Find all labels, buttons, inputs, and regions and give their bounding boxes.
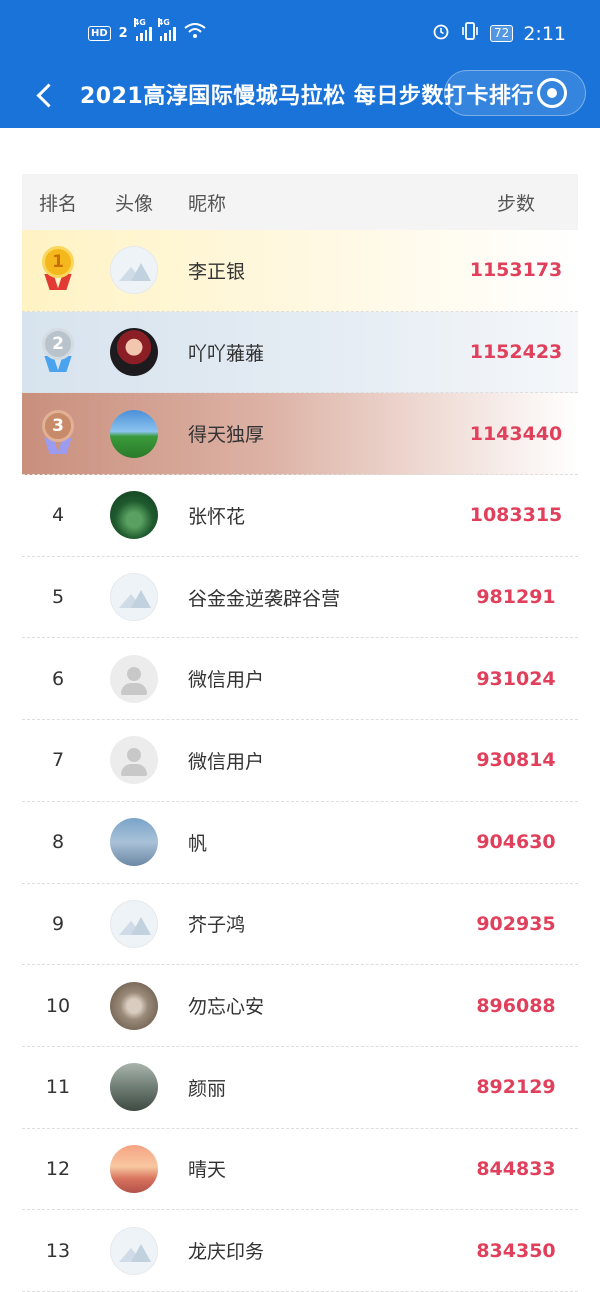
avatar — [110, 328, 158, 377]
avatar — [110, 491, 158, 540]
avatar — [110, 246, 158, 295]
step-count: 834350 — [476, 1239, 556, 1262]
step-count: 931024 — [476, 667, 556, 690]
table-header: 排名 头像 昵称 步数 — [22, 174, 578, 230]
ranking-table: 排名 头像 昵称 步数 1 李正银 1153173 2 吖吖蕥蕥 1152423 — [22, 174, 578, 1292]
table-row[interactable]: 2 吖吖蕥蕥 1152423 — [22, 311, 578, 394]
rank-number: 11 — [45, 1076, 71, 1099]
table-row[interactable]: 13 龙庆印务 834350 — [22, 1210, 578, 1292]
nickname: 李正银 — [188, 260, 246, 283]
avatar — [110, 409, 158, 458]
header-steps: 步数 — [496, 192, 535, 215]
table-row[interactable]: 10 勿忘心安 896088 — [22, 965, 578, 1047]
rank-number: 4 — [51, 504, 65, 527]
step-count: 844833 — [476, 1157, 556, 1180]
gold-medal-icon: 1 — [38, 246, 78, 294]
step-count: 896088 — [476, 994, 556, 1017]
rank-number: 13 — [45, 1239, 71, 1262]
battery-icon: 72 — [490, 25, 514, 42]
table-row[interactable]: 12 晴天 844833 — [22, 1129, 578, 1211]
avatar — [110, 1226, 158, 1275]
step-count: 1143440 — [469, 422, 563, 445]
table-row[interactable]: 4 张怀花 1083315 — [22, 475, 578, 557]
step-count: 902935 — [476, 912, 556, 935]
table-row[interactable]: 7 微信用户 930814 — [22, 720, 578, 802]
signal-icon: 4G — [133, 18, 152, 41]
nav-bar: 2021高淳国际慢城马拉松 每日步数打卡排行 — [0, 66, 600, 122]
header-avatar: 头像 — [114, 192, 153, 215]
table-row[interactable]: 8 帆 904630 — [22, 802, 578, 884]
mini-program-capsule[interactable] — [444, 70, 586, 116]
rank-number: 12 — [45, 1157, 71, 1180]
app-header: HD 2 4G 4G 72 2:11 2021高淳国际慢城马拉松 每日步数打卡排… — [0, 0, 600, 128]
avatar — [110, 818, 158, 867]
nickname: 晴天 — [188, 1159, 227, 1182]
rank-number: 10 — [45, 994, 71, 1017]
rank-number: 8 — [51, 831, 65, 854]
nickname: 勿忘心安 — [188, 996, 265, 1019]
nickname: 得天独厚 — [188, 424, 265, 447]
nickname: 帆 — [188, 832, 208, 855]
step-count: 930814 — [476, 749, 556, 772]
step-count: 981291 — [476, 586, 556, 609]
close-target-icon[interactable] — [537, 78, 567, 108]
table-row[interactable]: 9 芥子鸿 902935 — [22, 884, 578, 966]
silver-medal-icon: 2 — [38, 328, 78, 376]
signal-icon: 4G — [157, 18, 176, 41]
nickname: 吖吖蕥蕥 — [188, 342, 265, 365]
step-count: 1083315 — [469, 504, 563, 527]
header-name: 昵称 — [188, 192, 227, 215]
nickname: 谷金金逆袭辟谷营 — [188, 587, 341, 610]
rank-number: 7 — [51, 749, 65, 772]
nickname: 张怀花 — [188, 505, 246, 528]
rank-number: 5 — [51, 586, 65, 609]
status-bar: HD 2 4G 4G 72 2:11 — [0, 0, 600, 66]
nickname: 微信用户 — [188, 669, 265, 692]
back-icon[interactable] — [34, 78, 58, 110]
avatar — [110, 1063, 158, 1112]
alarm-icon — [432, 22, 450, 45]
nickname: 芥子鸿 — [188, 914, 246, 937]
avatar — [110, 899, 158, 948]
default-user-avatar — [110, 654, 158, 703]
table-row[interactable]: 6 微信用户 931024 — [22, 638, 578, 721]
hd-badge: HD — [88, 25, 111, 41]
nickname: 龙庆印务 — [188, 1241, 265, 1264]
table-row[interactable]: 3 得天独厚 1143440 — [22, 393, 578, 476]
avatar — [110, 1144, 158, 1193]
vibrate-icon — [460, 22, 480, 45]
nickname: 微信用户 — [188, 750, 265, 773]
sim-number: 2 — [118, 25, 128, 41]
table-row[interactable]: 5 谷金金逆袭辟谷营 981291 — [22, 557, 578, 639]
rank-number: 6 — [51, 667, 65, 690]
nickname: 颜丽 — [188, 1077, 227, 1100]
step-count: 1152423 — [469, 341, 563, 364]
step-count: 892129 — [476, 1076, 556, 1099]
avatar — [110, 573, 158, 622]
avatar — [110, 981, 158, 1030]
clock-time: 2:11 — [523, 22, 566, 45]
step-count: 904630 — [476, 831, 556, 854]
rank-number: 9 — [51, 912, 65, 935]
table-row[interactable]: 11 颜丽 892129 — [22, 1047, 578, 1129]
default-user-avatar — [110, 736, 158, 785]
table-row[interactable]: 1 李正银 1153173 — [22, 230, 578, 312]
bronze-medal-icon: 3 — [38, 409, 78, 458]
step-count: 1153173 — [469, 259, 563, 282]
wifi-icon — [184, 23, 206, 43]
header-rank: 排名 — [38, 192, 77, 215]
